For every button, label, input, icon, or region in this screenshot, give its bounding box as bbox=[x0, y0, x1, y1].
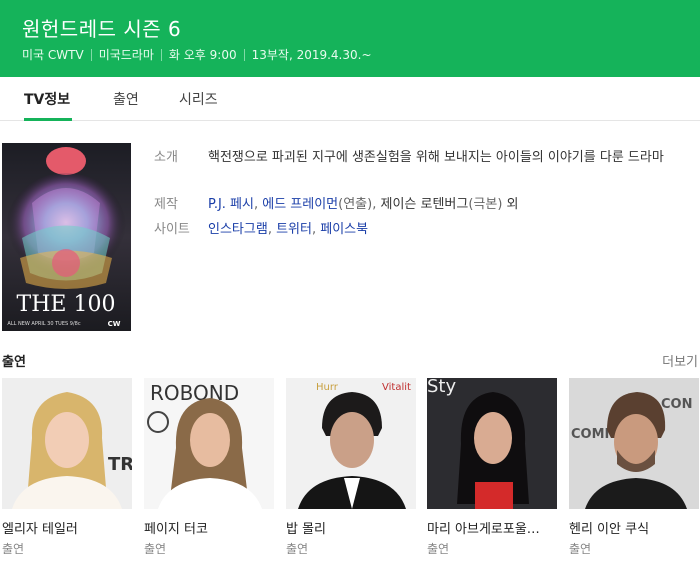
portrait-image: Sty bbox=[427, 378, 557, 509]
poster-image[interactable]: THE 100 ALL NEW APRIL 30 TUES 9/8c CW bbox=[2, 143, 131, 331]
cast-role: 출연 bbox=[427, 542, 450, 556]
cast-role: 출연 bbox=[569, 542, 592, 556]
cast-role: 출연 bbox=[286, 542, 309, 556]
intro-label: 소개 bbox=[154, 150, 178, 165]
cast-photo[interactable]: Hurr Vitalit bbox=[286, 378, 416, 509]
portrait-image: TR bbox=[2, 378, 132, 509]
cast-heading: 출연 bbox=[2, 355, 26, 370]
meta-airtime: 화 오후 9:00 bbox=[168, 48, 237, 62]
site-label: 사이트 bbox=[154, 222, 190, 237]
poster-title-mark: THE 100 bbox=[17, 292, 116, 317]
svg-text:CON: CON bbox=[661, 397, 692, 412]
others-suffix: 외 bbox=[502, 197, 519, 212]
cast-name[interactable]: 헨리 이안 쿠식 bbox=[569, 518, 699, 537]
cast-card[interactable]: TR 엘리자 테일러 출연 bbox=[2, 378, 132, 557]
cast-photo[interactable]: Sty bbox=[427, 378, 557, 509]
instagram-link[interactable]: 인스타그램 bbox=[208, 222, 268, 237]
svg-text:Vitalit: Vitalit bbox=[382, 382, 411, 393]
cast-card[interactable]: ROBOND 페이지 터코 출연 bbox=[144, 378, 274, 557]
divider bbox=[90, 48, 92, 61]
comma: , bbox=[311, 222, 321, 237]
active-tab-indicator bbox=[24, 118, 72, 121]
cast-card[interactable]: Sty 마리 아브게로포울… 출연 bbox=[427, 378, 557, 557]
comma: , bbox=[267, 222, 277, 237]
svg-text:ROBOND: ROBOND bbox=[150, 381, 239, 405]
tab-cast[interactable]: 출연 bbox=[113, 89, 139, 109]
meta-line: 미국 CWTV 미국드라마 화 오후 9:00 13부작, 2019.4.30.… bbox=[22, 46, 372, 63]
cast-name[interactable]: 마리 아브게로포울… bbox=[427, 518, 557, 537]
more-button[interactable]: 더보기 bbox=[662, 351, 698, 370]
cast-photo[interactable]: COMIC CON bbox=[569, 378, 699, 509]
twitter-link[interactable]: 트위터 bbox=[276, 222, 312, 237]
cast-photo[interactable]: TR bbox=[2, 378, 132, 509]
role-note: (극본) bbox=[468, 197, 503, 212]
portrait-image: COMIC CON bbox=[569, 378, 699, 509]
tab-series[interactable]: 시리즈 bbox=[179, 89, 218, 109]
tab-bar: TV정보 출연 시리즈 bbox=[0, 77, 700, 121]
facebook-link[interactable]: 페이스북 bbox=[320, 222, 368, 237]
cast-name[interactable]: 엘리자 테일러 bbox=[2, 518, 132, 537]
intro-text: 핵전쟁으로 파괴된 지구에 생존실험을 위해 보내지는 아이들의 이야기를 다룬… bbox=[208, 150, 664, 165]
writer-name: 제이슨 로텐버그 bbox=[380, 197, 469, 212]
poster-caption: ALL NEW APRIL 30 TUES 9/8c bbox=[7, 321, 80, 327]
meta-genre[interactable]: 미국드라마 bbox=[99, 46, 154, 63]
cast-name[interactable]: 밥 몰리 bbox=[286, 518, 416, 537]
svg-text:TR: TR bbox=[108, 454, 132, 475]
meta-network[interactable]: 미국 CWTV bbox=[22, 46, 84, 63]
page-title: 원헌드레드 시즌 6 bbox=[22, 17, 182, 41]
director-link[interactable]: P.J. 페시 bbox=[208, 197, 254, 212]
portrait-image: ROBOND bbox=[144, 378, 274, 509]
divider bbox=[243, 48, 245, 61]
cast-role: 출연 bbox=[144, 542, 167, 556]
cast-name[interactable]: 페이지 터코 bbox=[144, 518, 274, 537]
meta-episodes: 13부작, 2019.4.30.~ bbox=[251, 48, 372, 62]
header-bar: 원헌드레드 시즌 6 미국 CWTV 미국드라마 화 오후 9:00 13부작,… bbox=[0, 0, 700, 77]
cast-card[interactable]: Hurr Vitalit 밥 몰리 출연 bbox=[286, 378, 416, 557]
site-links: 인스타그램, 트위터, 페이스북 bbox=[208, 219, 668, 241]
svg-text:Sty: Sty bbox=[427, 378, 456, 397]
svg-text:Hurr: Hurr bbox=[316, 382, 339, 393]
cast-card[interactable]: COMIC CON 헨리 이안 쿠식 출연 bbox=[569, 378, 699, 557]
poster-art: THE 100 ALL NEW APRIL 30 TUES 9/8c CW bbox=[2, 143, 131, 331]
divider bbox=[160, 48, 162, 61]
production-label: 제작 bbox=[154, 197, 178, 212]
comma: , bbox=[253, 197, 263, 212]
cast-role: 출연 bbox=[2, 542, 25, 556]
director2-link[interactable]: 에드 프레이먼 bbox=[262, 197, 338, 212]
role-note: (연출) bbox=[338, 197, 373, 212]
cast-photo[interactable]: ROBOND bbox=[144, 378, 274, 509]
network-logo: CW bbox=[108, 320, 121, 328]
tab-tv-info[interactable]: TV정보 bbox=[24, 89, 70, 109]
production-value: P.J. 페시, 에드 프레이먼(연출), 제이슨 로텐버그(극본) 외 bbox=[208, 194, 668, 216]
portrait-image: Hurr Vitalit bbox=[286, 378, 416, 509]
